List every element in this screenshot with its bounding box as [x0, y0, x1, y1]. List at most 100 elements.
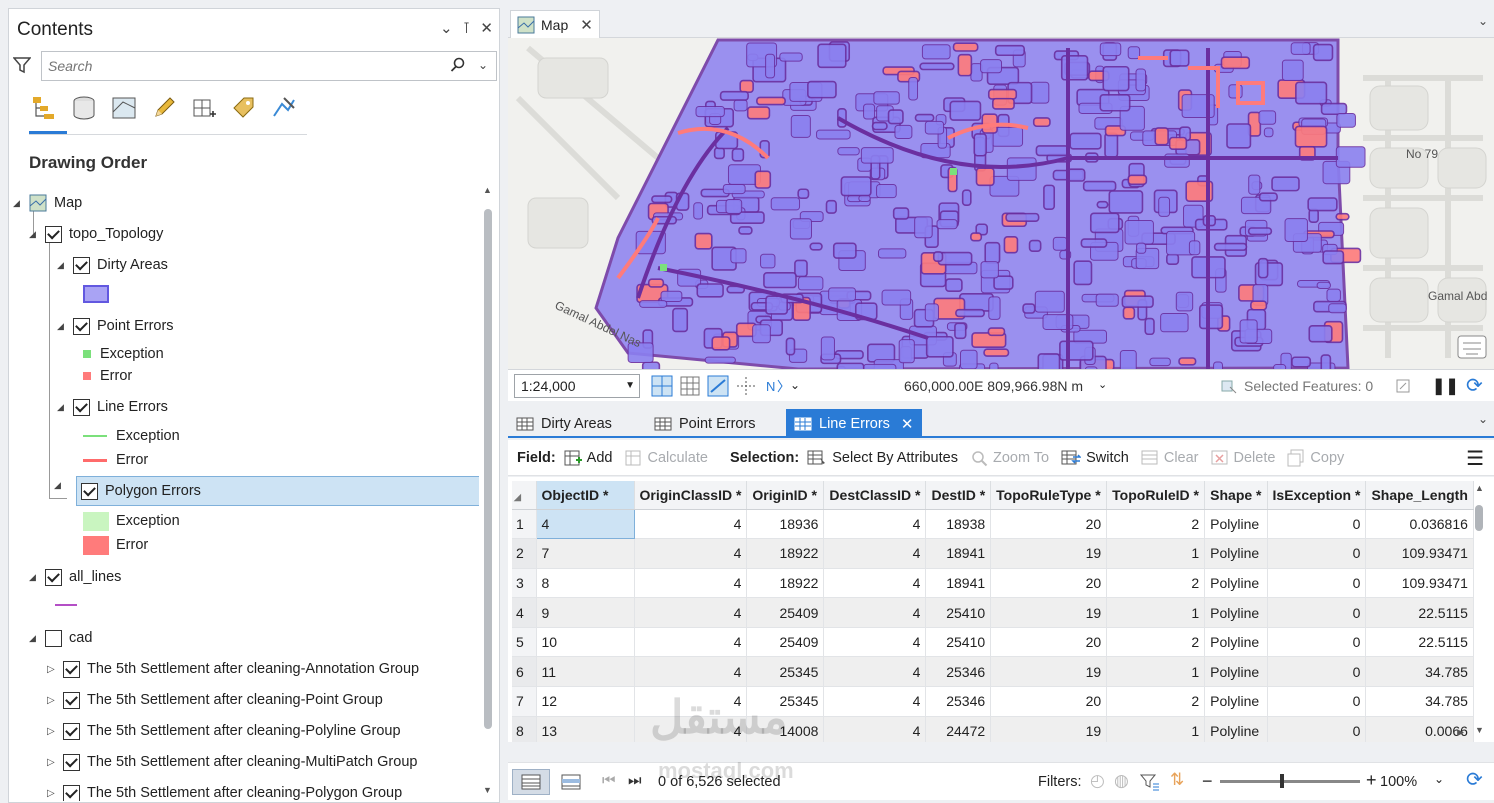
list-by-snapping-icon[interactable]	[187, 91, 221, 125]
map-canvas[interactable]: No 79 Gamal Abd Gamal Abdel Nas	[508, 38, 1494, 369]
table-cell[interactable]: 4	[823, 686, 927, 717]
scrollbar-thumb[interactable]	[1475, 505, 1483, 531]
switch-selection-button[interactable]: Switch	[1061, 449, 1129, 467]
chevron-down-icon[interactable]: ⌄	[1434, 772, 1444, 786]
time-filter-icon[interactable]: ◴	[1090, 771, 1105, 791]
column-header[interactable]: OriginID *	[746, 481, 825, 510]
copy-button[interactable]: Copy	[1287, 449, 1344, 467]
table-cell[interactable]: Polyline	[1204, 686, 1268, 717]
column-header[interactable]: DestClassID *	[823, 481, 927, 510]
pin-icon[interactable]: ⊺	[463, 19, 471, 37]
expand-arrow-icon[interactable]: ◢	[29, 572, 39, 583]
expand-arrow-icon[interactable]: ◢	[13, 198, 23, 209]
row-number[interactable]: 2	[512, 538, 537, 569]
visibility-checkbox[interactable]	[45, 568, 62, 586]
table-cell[interactable]: 4	[634, 538, 748, 569]
table-cell[interactable]: 4	[823, 656, 927, 688]
show-selected-records-button[interactable]	[552, 769, 590, 795]
selected-features-status[interactable]: Selected Features: 0	[1220, 377, 1373, 395]
search-box[interactable]: ⌄	[41, 51, 497, 81]
tree-item-all-lines[interactable]: ◢ all_lines	[29, 563, 121, 591]
chevron-down-icon[interactable]: ▼	[625, 380, 635, 391]
table-cell[interactable]: 34.785	[1365, 656, 1474, 688]
list-by-perspective-icon[interactable]	[267, 91, 301, 125]
tree-item-cad-group[interactable]: ▷ The 5th Settlement after cleaning-Poin…	[47, 686, 383, 714]
table-cell[interactable]: 4	[823, 597, 927, 628]
table-cell[interactable]: 9	[536, 597, 635, 628]
delete-button[interactable]: Delete	[1211, 449, 1275, 467]
collapse-arrow-icon[interactable]: ▷	[47, 788, 57, 799]
snapping-icon[interactable]	[734, 374, 758, 398]
row-number[interactable]: 7	[512, 686, 537, 717]
list-by-source-icon[interactable]	[67, 91, 101, 125]
table-row[interactable]: 3 8 4 18922 4 18941 20 2 Polyline 0 109.93471	[512, 568, 1474, 599]
expand-arrow-icon[interactable]: ◢	[29, 229, 39, 240]
table-cell[interactable]: 1	[1106, 538, 1206, 569]
tab-line-errors[interactable]: Line Errors ✕	[786, 409, 922, 438]
zoom-slider-knob[interactable]	[1280, 774, 1284, 788]
scale-select[interactable]: 1:24,000 ▼	[514, 374, 640, 398]
calculate-button[interactable]: Calculate	[624, 449, 708, 467]
chevron-down-icon[interactable]: ⌄	[1098, 378, 1107, 391]
table-cell[interactable]: 4	[634, 568, 748, 599]
expand-arrow-icon[interactable]: ◢	[57, 260, 67, 271]
scroll-up-icon[interactable]: ▲	[483, 185, 492, 195]
table-cell[interactable]: 1	[1106, 656, 1206, 688]
clear-selection-button[interactable]: Clear	[1141, 449, 1199, 467]
column-header[interactable]: TopoRuleID *	[1106, 481, 1206, 510]
table-cell[interactable]: 2	[1106, 627, 1206, 658]
tree-item-line-errors[interactable]: ◢ Line Errors	[57, 393, 168, 421]
table-cell[interactable]: 0	[1267, 538, 1367, 569]
table-cell[interactable]: 0	[1267, 627, 1367, 658]
table-cell[interactable]: Polyline	[1204, 509, 1268, 540]
table-cell[interactable]: 0	[1267, 568, 1367, 599]
zoom-in-button[interactable]: +	[1366, 770, 1377, 791]
zoom-out-button[interactable]: −	[1202, 771, 1213, 792]
table-cell[interactable]: 4	[535, 508, 635, 540]
table-cell[interactable]: 25409	[746, 597, 825, 628]
column-header[interactable]: IsException *	[1267, 481, 1367, 510]
table-cell[interactable]: 8	[536, 568, 635, 599]
table-cell[interactable]: 25346	[925, 656, 992, 688]
table-cell[interactable]: 18938	[925, 509, 992, 540]
expand-arrow-icon[interactable]: ◢	[57, 402, 67, 413]
map-widget-icon[interactable]	[1457, 335, 1487, 359]
table-cell[interactable]: 2	[1106, 686, 1206, 717]
add-field-button[interactable]: Add	[564, 449, 612, 467]
refresh-icon[interactable]: ⟳	[1466, 767, 1483, 792]
menu-icon[interactable]: ☰	[1466, 446, 1484, 471]
row-number[interactable]: 6	[512, 656, 537, 688]
table-cell[interactable]: 0	[1267, 656, 1367, 688]
tab-map[interactable]: Map ✕	[510, 10, 600, 38]
table-cell[interactable]: 20	[990, 627, 1108, 658]
column-header[interactable]: Shape_Length	[1365, 481, 1474, 510]
search-input[interactable]	[48, 53, 428, 79]
row-number[interactable]: 3	[512, 568, 537, 599]
chevron-down-icon[interactable]: ⌄	[440, 19, 453, 37]
visibility-checkbox[interactable]	[73, 317, 90, 335]
table-cell[interactable]: 2	[1106, 509, 1206, 540]
table-cell[interactable]: 25409	[746, 627, 825, 658]
column-header[interactable]: TopoRuleType *	[990, 481, 1108, 510]
scroll-down-icon[interactable]: ▼	[1475, 725, 1484, 735]
contents-scrollbar[interactable]: ▲ ▼	[481, 181, 495, 801]
table-cell[interactable]: 18941	[925, 568, 992, 599]
chevron-down-icon[interactable]: ⌄	[1478, 412, 1488, 426]
table-cell[interactable]: 1	[1106, 597, 1206, 628]
visibility-checkbox[interactable]	[63, 660, 80, 678]
expand-arrow-icon[interactable]: ◢	[57, 321, 67, 332]
table-cell[interactable]: 22.5115	[1365, 597, 1474, 628]
table-cell[interactable]: 22.5115	[1365, 627, 1474, 658]
tree-item-point-errors[interactable]: ◢ Point Errors	[57, 312, 174, 340]
table-cell[interactable]: Polyline	[1204, 656, 1268, 688]
table-cell[interactable]: 109.93471	[1365, 538, 1474, 569]
table-cell[interactable]: 25346	[925, 686, 992, 717]
table-cell[interactable]: Polyline	[1204, 538, 1268, 569]
list-by-drawing-order-icon[interactable]	[27, 91, 61, 125]
grid-icon[interactable]	[678, 374, 702, 398]
row-number[interactable]: 5	[512, 627, 537, 658]
constraints-icon[interactable]	[706, 374, 730, 398]
table-cell[interactable]: 2	[1106, 568, 1206, 599]
table-cell[interactable]: Polyline	[1204, 627, 1268, 658]
table-cell[interactable]: 7	[536, 538, 635, 569]
